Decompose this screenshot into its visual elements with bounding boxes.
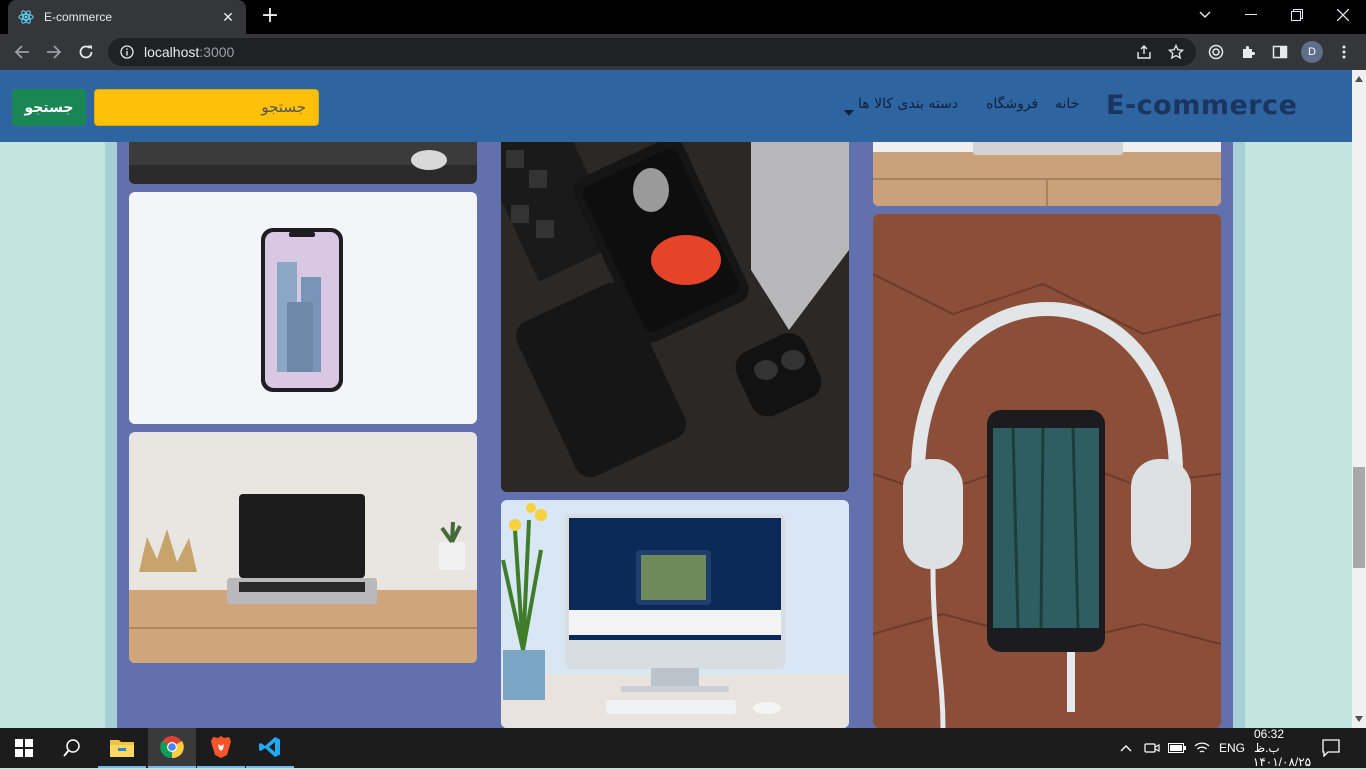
page-scrollbar[interactable] xyxy=(1352,70,1366,728)
react-icon xyxy=(18,9,34,25)
clock-time: 06:32 ب.ظ xyxy=(1254,727,1285,755)
gallery-image[interactable] xyxy=(873,214,1221,728)
show-hidden-icons[interactable] xyxy=(1120,728,1132,768)
clock[interactable]: 06:32 ب.ظ ۱۴۰۱/۰۸/۲۵ xyxy=(1252,727,1312,769)
side-panel-icon[interactable] xyxy=(1268,40,1292,64)
url-host: localhost xyxy=(144,44,200,60)
language-indicator[interactable]: ENG xyxy=(1219,728,1245,768)
reload-icon[interactable] xyxy=(74,40,98,64)
gallery-image[interactable] xyxy=(129,192,477,424)
menu-kebab-icon[interactable] xyxy=(1332,40,1356,64)
file-explorer-icon[interactable] xyxy=(98,728,146,768)
site-navbar: E-commerce خانه فروشگاه دسته بندی کالا ه… xyxy=(0,70,1352,142)
chrome-icon[interactable] xyxy=(148,728,196,768)
brave-icon[interactable] xyxy=(197,728,245,768)
meet-now-icon[interactable] xyxy=(1144,728,1160,768)
dropdown-caret-icon[interactable] xyxy=(844,101,854,120)
windows-taskbar: ENG 06:32 ب.ظ ۱۴۰۱/۰۸/۲۵ xyxy=(0,727,1366,769)
new-tab-button[interactable]: + xyxy=(258,5,282,29)
nav-link-shop[interactable]: فروشگاه xyxy=(986,96,1038,112)
nav-link-home[interactable]: خانه xyxy=(1055,96,1079,112)
forward-icon[interactable] xyxy=(42,40,66,64)
address-bar[interactable]: localhost:3000 xyxy=(108,38,1196,66)
gallery-image[interactable] xyxy=(501,110,849,492)
browser-tab[interactable]: E-commerce ✕ xyxy=(8,0,246,34)
windows-start-icon[interactable] xyxy=(0,728,48,768)
share-icon[interactable] xyxy=(1132,40,1156,64)
extensions-puzzle-icon[interactable] xyxy=(1236,40,1260,64)
vscode-icon[interactable] xyxy=(246,728,294,768)
gallery-image[interactable] xyxy=(129,432,477,663)
tab-title: E-commerce xyxy=(44,10,113,24)
wifi-icon[interactable] xyxy=(1194,728,1210,768)
scrollbar-thumb[interactable] xyxy=(1353,467,1365,568)
url-port: :3000 xyxy=(199,44,235,60)
extension-circle-icon[interactable] xyxy=(1204,40,1228,64)
tab-search-icon[interactable] xyxy=(1182,0,1228,30)
nav-link-categories[interactable]: دسته بندی کالا ها xyxy=(858,96,958,112)
browser-tab-strip: E-commerce ✕ + xyxy=(0,0,1366,34)
search-input[interactable]: جستجو xyxy=(94,89,319,126)
search-button[interactable]: جستجو xyxy=(12,89,86,126)
battery-icon[interactable] xyxy=(1168,728,1186,768)
notifications-icon[interactable] xyxy=(1322,728,1340,768)
minimize-icon[interactable] xyxy=(1228,0,1274,30)
gallery-image[interactable] xyxy=(501,500,849,728)
clock-date: ۱۴۰۱/۰۸/۲۵ xyxy=(1252,755,1312,769)
profile-avatar[interactable]: D xyxy=(1301,41,1323,63)
site-info-icon[interactable] xyxy=(120,45,134,59)
tab-close-icon[interactable]: ✕ xyxy=(220,9,236,26)
page-viewport xyxy=(0,70,1352,728)
close-window-icon[interactable] xyxy=(1320,0,1366,30)
back-icon[interactable] xyxy=(10,40,34,64)
restore-icon[interactable] xyxy=(1274,0,1320,30)
site-brand-logo[interactable]: E-commerce xyxy=(1106,90,1297,121)
browser-toolbar: localhost:3000 xyxy=(0,34,1366,70)
search-icon[interactable] xyxy=(48,728,96,768)
bookmark-star-icon[interactable] xyxy=(1164,40,1188,64)
